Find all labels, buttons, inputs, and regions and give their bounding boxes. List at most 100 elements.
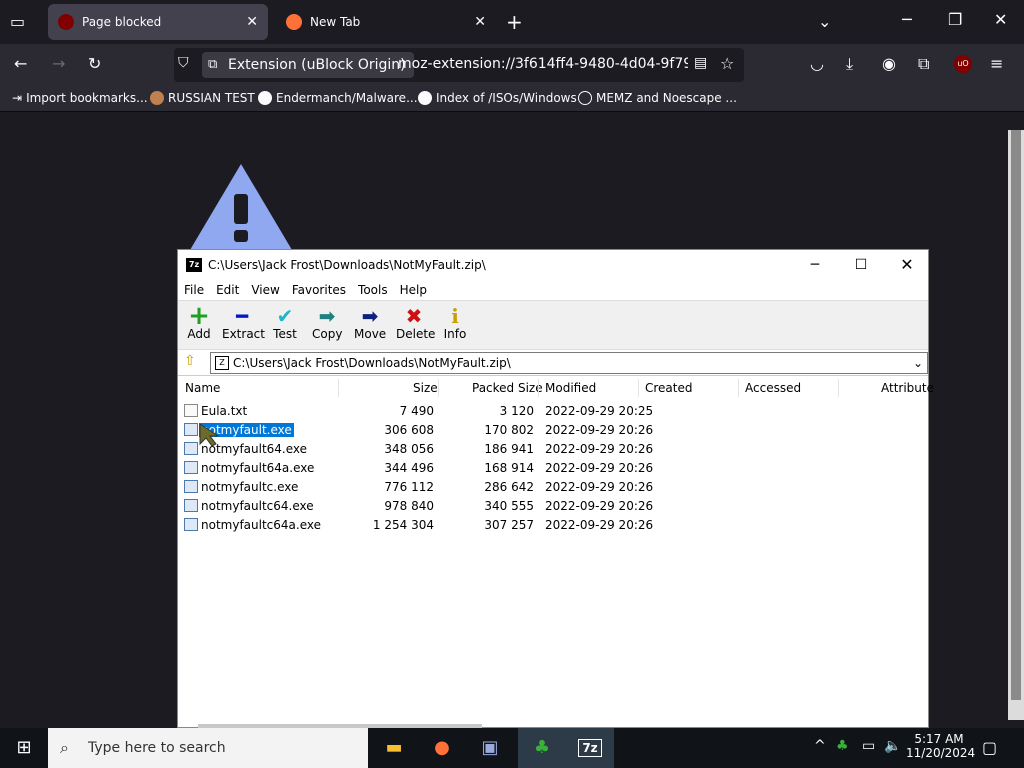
file-row[interactable]: notmyfaultc64a.exe 1 254 304 307 257 202… (178, 516, 928, 535)
exe-file-icon (184, 518, 198, 531)
show-hidden-icons[interactable]: ^ (814, 738, 826, 754)
chevron-down-icon[interactable]: ⌄ (913, 353, 923, 373)
scroll-thumb[interactable] (1011, 130, 1021, 700)
shield-icon[interactable]: ⛉ (178, 55, 189, 71)
bookmark-isos[interactable]: Index of /ISOs/Windows (418, 91, 577, 105)
google-icon (258, 91, 272, 105)
ublock-icon (58, 14, 74, 30)
network-icon[interactable]: ▭ (862, 738, 875, 754)
users-app-icon[interactable]: ♣ (518, 728, 566, 768)
taskbar-search[interactable]: ⌕ Type here to search (48, 728, 368, 768)
forward-button[interactable]: → (52, 54, 65, 73)
column-created[interactable]: Created (645, 381, 693, 395)
minimize-button[interactable]: ─ (902, 10, 912, 29)
column-accessed[interactable]: Accessed (745, 381, 801, 395)
reload-button[interactable]: ↻ (88, 54, 101, 73)
close-tab-icon[interactable]: ✕ (474, 14, 486, 30)
column-attributes[interactable]: Attribute (881, 381, 934, 395)
bookmarks-toolbar: ⇥ Import bookmarks... RUSSIAN TEST Ender… (0, 86, 1024, 112)
taskbar: ⊞ ⌕ Type here to search ▬ ● ▣ ♣ 7z ^ ♣ ▭… (0, 728, 1024, 768)
close-button[interactable]: ✕ (884, 250, 930, 280)
tab-list-icon[interactable]: ▭ (10, 12, 25, 31)
sevenzip-icon: 7z (186, 258, 202, 272)
add-icon: + (188, 301, 210, 331)
page-scrollbar[interactable] (1008, 130, 1024, 720)
column-size[interactable]: Size (413, 381, 438, 395)
globe-icon (578, 91, 592, 105)
archive-icon: Z (215, 356, 229, 370)
url-bar[interactable]: ⛉ ⧉ Extension (uBlock Origin) moz-extens… (174, 48, 744, 82)
move-button[interactable]: ➡ Move (354, 305, 386, 341)
url-text[interactable]: moz-extension://3f614ff4-9480-4d04-9f79-… (398, 56, 688, 72)
nav-bar: ← → ↻ ⛉ ⧉ Extension (uBlock Origin) moz-… (0, 44, 1024, 86)
bookmark-import[interactable]: ⇥ Import bookmarks... (12, 91, 148, 105)
reader-view-icon[interactable]: ▤ (694, 55, 707, 71)
import-icon: ⇥ (12, 91, 23, 105)
close-window-button[interactable]: ✕ (994, 10, 1007, 29)
column-header: Name Size Packed Size Modified Created A… (178, 377, 934, 399)
delete-button[interactable]: ✖ Delete (396, 305, 435, 341)
maximize-button[interactable]: ☐ (838, 250, 884, 280)
bookmark-endermanch[interactable]: Endermanch/Malware... (258, 91, 418, 105)
menu-favorites[interactable]: Favorites (292, 280, 346, 300)
account-icon[interactable]: ◉ (882, 54, 896, 73)
extract-button[interactable]: ━ Extract (222, 305, 265, 341)
identity-box[interactable]: ⧉ Extension (uBlock Origin) (202, 52, 414, 78)
close-tab-icon[interactable]: ✕ (246, 14, 258, 30)
sevenzip-taskbar-icon[interactable]: 7z (566, 728, 614, 768)
volume-icon[interactable]: 🔈 (884, 738, 901, 754)
menu-bar: File Edit View Favorites Tools Help (178, 280, 928, 300)
firefox-icon (286, 14, 302, 30)
column-packed-size[interactable]: Packed Size (472, 381, 543, 395)
tab-bar: ▭ Page blocked ✕ New Tab ✕ + ⌄ ─ ❐ ✕ (0, 0, 1024, 44)
column-name[interactable]: Name (185, 381, 220, 395)
star-icon[interactable]: ☆ (720, 54, 734, 73)
add-button[interactable]: + Add (186, 301, 212, 341)
up-folder-icon[interactable]: ⇧ (184, 353, 196, 369)
tab-page-blocked[interactable]: Page blocked ✕ (48, 4, 268, 40)
pocket-icon[interactable]: ◡ (810, 54, 824, 73)
notifications-icon[interactable]: ▢ (982, 738, 997, 757)
user-tray-icon[interactable]: ♣ (836, 738, 849, 754)
copy-button[interactable]: ➡ Copy (312, 305, 342, 341)
minimize-button[interactable]: ─ (792, 250, 838, 280)
title-bar: 7z C:\Users\Jack Frost\Downloads\NotMyFa… (178, 250, 928, 280)
file-row[interactable]: notmyfaultc.exe 776 112 286 642 2022-09-… (178, 478, 928, 497)
firefox-icon[interactable]: ● (418, 728, 466, 768)
menu-file[interactable]: File (184, 280, 204, 300)
extensions-icon[interactable]: ⧉ (918, 54, 929, 74)
chevron-down-icon[interactable]: ⌄ (818, 12, 831, 31)
info-icon: i (451, 304, 459, 328)
exe-file-icon (184, 461, 198, 474)
column-modified[interactable]: Modified (545, 381, 596, 395)
restore-button[interactable]: ❐ (948, 10, 962, 29)
download-icon[interactable]: ⤓ (846, 54, 853, 74)
menu-tools[interactable]: Tools (358, 280, 388, 300)
file-row[interactable]: notmyfault.exe 306 608 170 802 2022-09-2… (178, 421, 928, 440)
ublock-icon[interactable]: uO (954, 55, 972, 73)
puzzle-icon: ⧉ (208, 57, 218, 72)
new-tab-button[interactable]: + (506, 10, 523, 34)
file-row[interactable]: Eula.txt 7 490 3 120 2022-09-29 20:25 (178, 402, 928, 421)
app-window-icon[interactable]: ▣ (466, 728, 514, 768)
path-input[interactable]: Z C:\Users\Jack Frost\Downloads\NotMyFau… (210, 352, 928, 374)
file-row[interactable]: notmyfaultc64.exe 978 840 340 555 2022-0… (178, 497, 928, 516)
menu-edit[interactable]: Edit (216, 280, 239, 300)
back-button[interactable]: ← (14, 54, 27, 73)
exe-file-icon (184, 499, 198, 512)
info-button[interactable]: i Info (442, 305, 468, 341)
clock[interactable]: 5:17 AM 11/20/2024 (906, 732, 975, 760)
file-row[interactable]: notmyfault64.exe 348 056 186 941 2022-09… (178, 440, 928, 459)
tab-new-tab[interactable]: New Tab ✕ (276, 4, 496, 40)
google-icon (418, 91, 432, 105)
menu-icon[interactable]: ≡ (990, 54, 1003, 73)
file-explorer-icon[interactable]: ▬ (370, 728, 418, 768)
bookmark-russian-test[interactable]: RUSSIAN TEST (150, 91, 255, 105)
test-button[interactable]: ✔ Test (272, 305, 298, 341)
windows-start-icon[interactable]: ⊞ (0, 728, 48, 768)
bookmark-memz[interactable]: MEMZ and Noescape ... (578, 91, 737, 105)
menu-help[interactable]: Help (400, 280, 427, 300)
menu-view[interactable]: View (251, 280, 279, 300)
exe-file-icon (184, 423, 198, 436)
file-row[interactable]: notmyfault64a.exe 344 496 168 914 2022-0… (178, 459, 928, 478)
